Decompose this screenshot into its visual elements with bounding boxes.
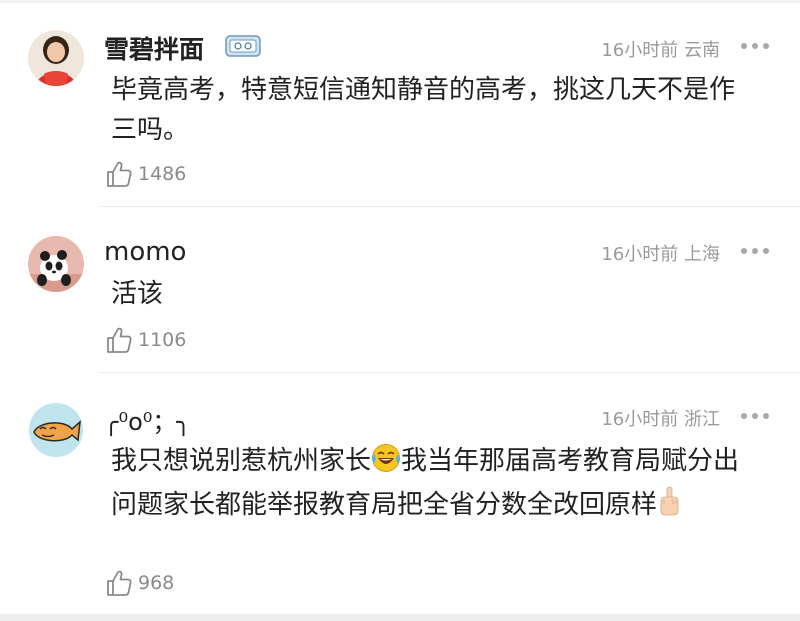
thumbs-up-icon [107,327,132,353]
comment-meta: 16小时前 云南 [601,36,720,62]
like-count: 1106 [138,329,187,351]
middle-finger-emoji-icon [657,485,681,529]
avatar[interactable] [28,236,84,292]
avatar[interactable] [28,30,84,86]
comment-content: 活该 [111,279,164,309]
comment-location: 上海 [684,244,720,265]
comment-divider [100,372,800,373]
username[interactable]: ╭⁰o⁰；╮ [104,402,191,437]
comment-time: 16小时前 [601,244,679,265]
comment-time: 16小时前 [601,409,679,430]
comment-location: 浙江 [684,409,720,430]
more-options-icon[interactable] [741,246,771,256]
like-count: 1486 [138,163,187,185]
thumbs-up-icon [107,161,132,187]
bottom-divider [0,614,800,621]
laughing-crying-emoji-icon [371,443,401,485]
comment-meta: 16小时前 上海 [601,240,720,266]
more-options-icon[interactable] [741,411,771,421]
username[interactable]: momo [104,237,186,267]
comment-meta: 16小时前 浙江 [601,405,720,431]
avatar[interactable] [28,402,84,458]
vip-badge-icon [225,35,261,57]
comment-content: 我只想说别惹杭州家长 我当年那届高考教育局赋分出问题家长都能举报教育局把全省分数… [111,441,756,529]
more-options-icon[interactable] [741,41,771,51]
like-count: 968 [138,572,175,594]
comment-text-part: 我只想说别惹杭州家长 [111,446,372,476]
comment-location: 云南 [684,40,720,61]
username[interactable]: 雪碧拌面 [104,30,204,66]
comment-divider [100,206,800,207]
comment-content: 毕竟高考，特意短信通知静音的高考，挑这几天不是作三吗。 [111,75,736,145]
thumbs-up-icon [107,570,132,596]
top-divider [0,0,800,3]
comment-time: 16小时前 [601,40,679,61]
